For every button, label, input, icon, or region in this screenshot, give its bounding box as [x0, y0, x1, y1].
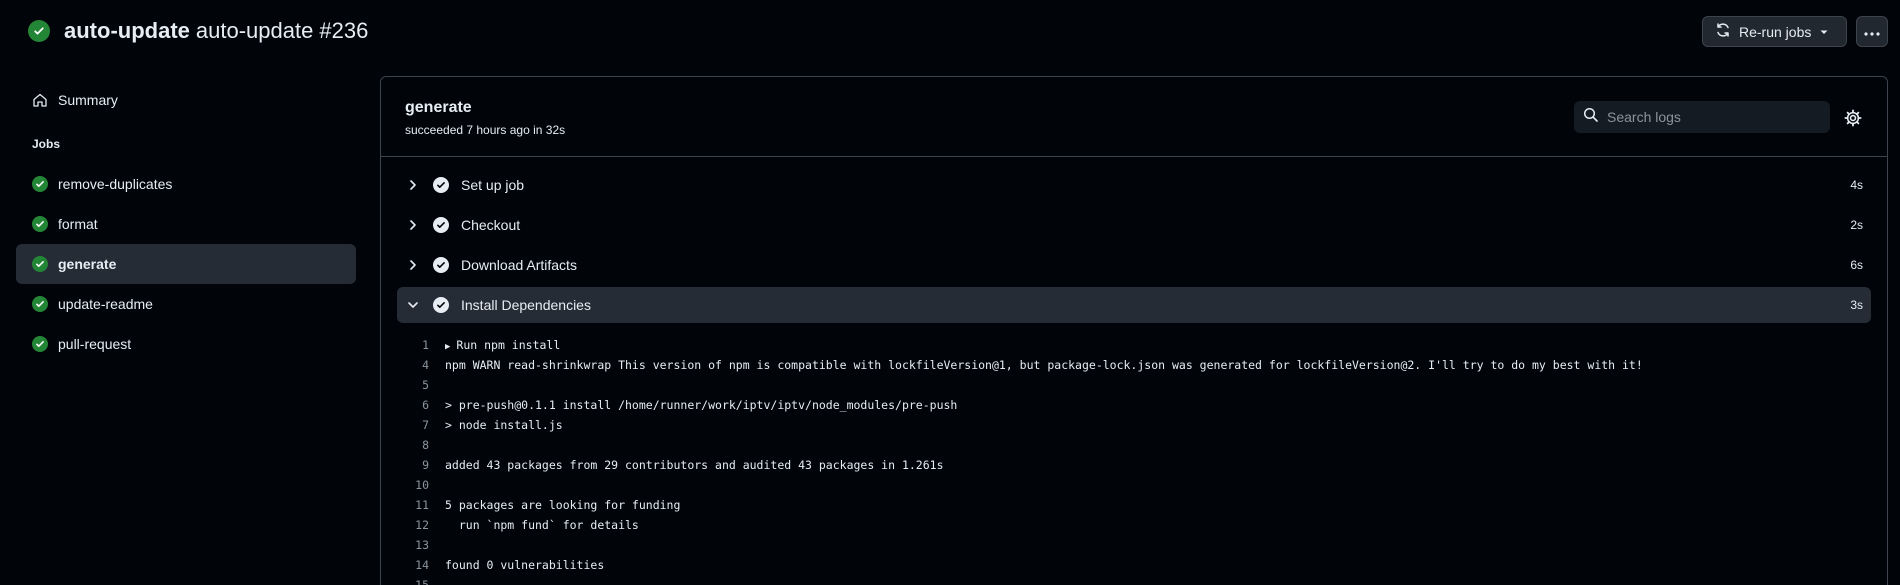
line-number[interactable]: 9 [381, 458, 445, 472]
step-success-icon [433, 217, 449, 233]
step-download-artifacts[interactable]: Download Artifacts 6s [397, 247, 1871, 283]
job-label: generate [58, 256, 117, 272]
log-line[interactable]: 10 [381, 475, 1887, 495]
log-line[interactable]: 7 > node install.js [381, 415, 1887, 435]
job-log-panel: generate succeeded 7 hours ago in 32s Se… [380, 76, 1888, 585]
step-success-icon [433, 297, 449, 313]
run-header: auto-update auto-update #236 Re-run jobs [0, 0, 1900, 64]
step-set-up-job[interactable]: Set up job 4s [397, 167, 1871, 203]
line-number[interactable]: 6 [381, 398, 445, 412]
log-text: Run npm install [456, 338, 561, 352]
step-label: Checkout [461, 217, 521, 233]
line-number[interactable]: 4 [381, 358, 445, 372]
sidebar-item-summary[interactable]: Summary [16, 80, 356, 120]
gear-icon[interactable] [1844, 109, 1862, 127]
log-text: > node install.js [445, 418, 563, 432]
chevron-right-icon [405, 177, 421, 193]
log-text: > pre-push@0.1.1 install /home/runner/wo… [445, 398, 958, 412]
search-logs-box[interactable] [1574, 101, 1830, 133]
line-number[interactable]: 7 [381, 418, 445, 432]
home-icon [32, 92, 48, 108]
log-text: 5 packages are looking for funding [445, 498, 681, 512]
job-label: format [58, 216, 98, 232]
log-text: found 0 vulnerabilities [445, 558, 605, 572]
step-duration: 3s [1850, 298, 1863, 312]
log-line[interactable]: 15 [381, 575, 1887, 585]
log-text: run `npm fund` for details [445, 518, 639, 532]
chevron-down-icon [405, 297, 421, 313]
jobs-heading: Jobs [32, 137, 61, 151]
sidebar-item-update-readme[interactable]: update-readme [16, 284, 356, 324]
chevron-right-icon [405, 257, 421, 273]
line-number[interactable]: 5 [381, 378, 445, 392]
line-number[interactable]: 15 [381, 578, 445, 585]
rerun-jobs-button[interactable]: Re-run jobs [1702, 16, 1847, 47]
success-check-icon [32, 296, 48, 312]
line-number[interactable]: 14 [381, 558, 445, 572]
log-line[interactable]: 14 found 0 vulnerabilities [381, 555, 1887, 575]
workflow-name[interactable]: auto-update [64, 18, 190, 44]
log-output: 1 ▶ Run npm install 4 npm WARN read-shrink… [381, 327, 1887, 585]
line-number[interactable]: 13 [381, 538, 445, 552]
log-line[interactable]: 8 [381, 435, 1887, 455]
summary-label: Summary [58, 92, 118, 108]
more-options-button[interactable] [1856, 16, 1888, 47]
success-check-icon [32, 336, 48, 352]
log-line[interactable]: 5 [381, 375, 1887, 395]
sidebar: Summary Jobs remove-duplicates format ge… [16, 80, 356, 364]
job-label: remove-duplicates [58, 176, 173, 192]
sidebar-item-remove-duplicates[interactable]: remove-duplicates [16, 164, 356, 204]
triangle-down-icon [1819, 24, 1829, 40]
kebab-horizontal-icon [1864, 23, 1880, 41]
job-label: pull-request [58, 336, 132, 352]
job-list: remove-duplicates format generate update… [16, 164, 356, 364]
log-text: added 43 packages from 29 contributors a… [445, 458, 944, 472]
line-number[interactable]: 12 [381, 518, 445, 532]
log-line[interactable]: 11 5 packages are looking for funding [381, 495, 1887, 515]
success-check-icon [32, 176, 48, 192]
success-check-icon [28, 20, 50, 42]
step-duration: 6s [1850, 258, 1863, 272]
log-line[interactable]: 1 ▶ Run npm install [381, 335, 1887, 355]
step-checkout[interactable]: Checkout 2s [397, 207, 1871, 243]
step-success-icon [433, 257, 449, 273]
job-label: update-readme [58, 296, 153, 312]
log-line[interactable]: 6 > pre-push@0.1.1 install /home/runner/w… [381, 395, 1887, 415]
triangle-right-icon[interactable]: ▶ [445, 342, 450, 352]
log-line[interactable]: 13 [381, 535, 1887, 555]
log-line[interactable]: 12 run `npm fund` for details [381, 515, 1887, 535]
step-label: Download Artifacts [461, 257, 577, 273]
job-steps: Set up job 4s Checkout 2s Download Artif… [381, 157, 1887, 323]
line-number[interactable]: 1 [381, 338, 445, 352]
run-name: auto-update #236 [195, 18, 369, 43]
success-check-icon [32, 216, 48, 232]
run-title: auto-update auto-update #236 [28, 18, 368, 44]
search-logs-input[interactable] [1607, 109, 1817, 125]
job-title: generate [405, 99, 472, 116]
search-icon [1583, 107, 1599, 128]
job-status-meta: succeeded 7 hours ago in 32s [405, 123, 566, 137]
step-duration: 4s [1850, 178, 1863, 192]
rerun-jobs-label: Re-run jobs [1739, 23, 1812, 40]
chevron-right-icon [405, 217, 421, 233]
line-number[interactable]: 10 [381, 478, 445, 492]
job-header: generate succeeded 7 hours ago in 32s [381, 77, 1887, 157]
log-line[interactable]: 9 added 43 packages from 29 contributors … [381, 455, 1887, 475]
step-label: Install Dependencies [461, 297, 591, 313]
log-text: npm WARN read-shrinkwrap This version of… [445, 358, 1643, 372]
line-number[interactable]: 8 [381, 438, 445, 452]
step-label: Set up job [461, 177, 525, 193]
sync-icon [1715, 22, 1731, 41]
success-check-icon [32, 256, 48, 272]
step-success-icon [433, 177, 449, 193]
step-duration: 2s [1850, 218, 1863, 232]
sidebar-item-pull-request[interactable]: pull-request [16, 324, 356, 364]
sidebar-item-generate[interactable]: generate [16, 244, 356, 284]
step-install-dependencies[interactable]: Install Dependencies 3s [397, 287, 1871, 323]
line-number[interactable]: 11 [381, 498, 445, 512]
log-line[interactable]: 4 npm WARN read-shrinkwrap This version o… [381, 355, 1887, 375]
sidebar-item-format[interactable]: format [16, 204, 356, 244]
